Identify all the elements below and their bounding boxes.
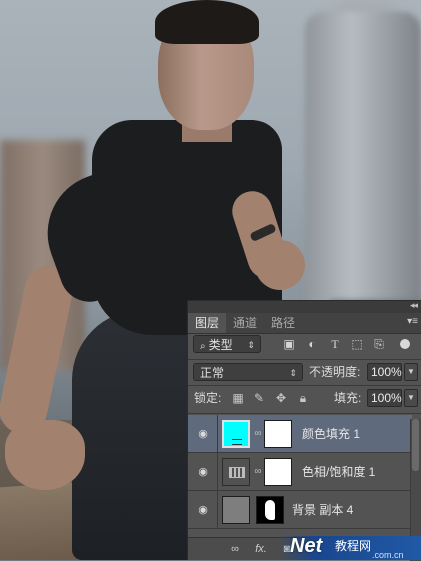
tab-channels[interactable]: 通道 — [226, 313, 264, 333]
visibility-cell[interactable]: ◉ — [188, 491, 218, 529]
layer-name[interactable]: 背景 副本 4 — [292, 501, 353, 519]
updown-icon: ⇕ — [247, 340, 255, 350]
divider — [188, 385, 421, 386]
fx-icon[interactable]: fx. — [254, 542, 268, 556]
collapse-icon[interactable]: ◂◂ — [410, 300, 418, 311]
person-hair — [155, 0, 259, 44]
layers-panel: ◂◂ 图层 通道 路径 ▾≡ ⌕ 类型 ⇕ ▣ ◐ T ⬚ ⎘ 正常 ⇕ 不透明度… — [187, 300, 421, 561]
person-right-hand — [255, 240, 305, 290]
lock-row: 锁定: ▦ ✎ ✥ 🔒︎ 填充: 100% ▼ — [188, 387, 421, 411]
filter-row: ⌕ 类型 ⇕ ▣ ◐ T ⬚ ⎘ — [188, 335, 421, 359]
filter-toggle-icon[interactable] — [396, 337, 414, 351]
fill-swatch-icon — [232, 439, 242, 445]
scrollbar-thumb[interactable] — [412, 419, 419, 471]
eye-icon[interactable]: ◉ — [196, 503, 210, 517]
opacity-input[interactable]: 100% — [367, 363, 402, 381]
panel-titlebar[interactable]: ◂◂ — [188, 300, 421, 313]
panel-tabs: 图层 通道 路径 ▾≡ — [188, 313, 421, 334]
visibility-cell[interactable]: ◉ — [188, 453, 218, 491]
smart-object-filter-icon[interactable]: ⎘ — [372, 337, 386, 351]
filter-kind-select[interactable]: ⌕ 类型 ⇕ — [193, 335, 261, 353]
adjustment-filter-icon[interactable]: ◐ — [305, 337, 319, 351]
watermark-text: 教程网 — [335, 539, 372, 553]
eye-icon[interactable]: ◉ — [196, 465, 210, 479]
silhouette-icon — [265, 500, 275, 520]
building-right — [305, 12, 421, 342]
updown-icon: ⇕ — [289, 368, 297, 378]
shape-filter-icon[interactable]: ⬚ — [350, 337, 364, 351]
watermark-logo: Net — [290, 535, 323, 557]
blend-row: 正常 ⇕ 不透明度: 100% ▼ — [188, 361, 421, 385]
visibility-cell[interactable]: ◉ — [188, 415, 218, 453]
layer-name[interactable]: 颜色填充 1 — [302, 425, 360, 443]
layer-mask-thumbnail[interactable] — [264, 458, 292, 486]
link-icon[interactable]: ∞ — [228, 542, 242, 556]
tab-layers[interactable]: 图层 — [188, 313, 227, 333]
search-icon: ⌕ — [200, 341, 206, 352]
layer-thumbnail[interactable] — [222, 496, 250, 524]
eye-icon[interactable]: ◉ — [196, 427, 210, 441]
layer-name[interactable]: 色相/饱和度 1 — [302, 463, 375, 481]
divider — [188, 413, 421, 414]
image-filter-icon[interactable]: ▣ — [282, 337, 296, 351]
layer-mask-thumbnail[interactable] — [256, 496, 284, 524]
person-left-hand — [5, 420, 85, 490]
hue-saturation-icon — [229, 467, 245, 478]
lock-all-icon[interactable]: 🔒︎ — [296, 391, 310, 405]
lock-label: 锁定: — [194, 391, 222, 405]
layer-row-hue-saturation[interactable]: ◉ ∞ 色相/饱和度 1 — [188, 453, 412, 491]
type-filter-icon[interactable]: T — [328, 337, 342, 351]
lock-transparent-icon[interactable]: ▦ — [231, 391, 245, 405]
opacity-dropdown-icon[interactable]: ▼ — [404, 363, 418, 381]
color-fill-thumbnail[interactable] — [222, 420, 250, 448]
lock-brush-icon[interactable]: ✎ — [252, 391, 266, 405]
opacity-label: 不透明度: — [309, 365, 361, 379]
layer-row-color-fill[interactable]: ◉ ∞ 颜色填充 1 — [188, 415, 412, 453]
fill-input[interactable]: 100% — [367, 389, 402, 407]
filter-kind-value: 类型 — [208, 338, 233, 352]
blend-mode-select[interactable]: 正常 ⇕ — [193, 363, 303, 381]
tab-paths[interactable]: 路径 — [264, 313, 302, 333]
layer-row-background-copy[interactable]: ◉ 背景 副本 4 — [188, 491, 412, 529]
adjustment-thumbnail[interactable] — [222, 458, 250, 486]
blend-mode-value: 正常 — [200, 366, 225, 380]
link-icon[interactable]: ∞ — [254, 465, 262, 479]
divider — [188, 359, 421, 360]
panel-menu-icon[interactable]: ▾≡ — [407, 316, 418, 327]
layer-mask-thumbnail[interactable] — [264, 420, 292, 448]
fill-label: 填充: — [334, 391, 362, 405]
lock-move-icon[interactable]: ✥ — [274, 391, 288, 405]
watermark-domain: .com.cn — [372, 550, 404, 560]
fill-dropdown-icon[interactable]: ▼ — [404, 389, 418, 407]
link-icon[interactable]: ∞ — [254, 427, 262, 441]
